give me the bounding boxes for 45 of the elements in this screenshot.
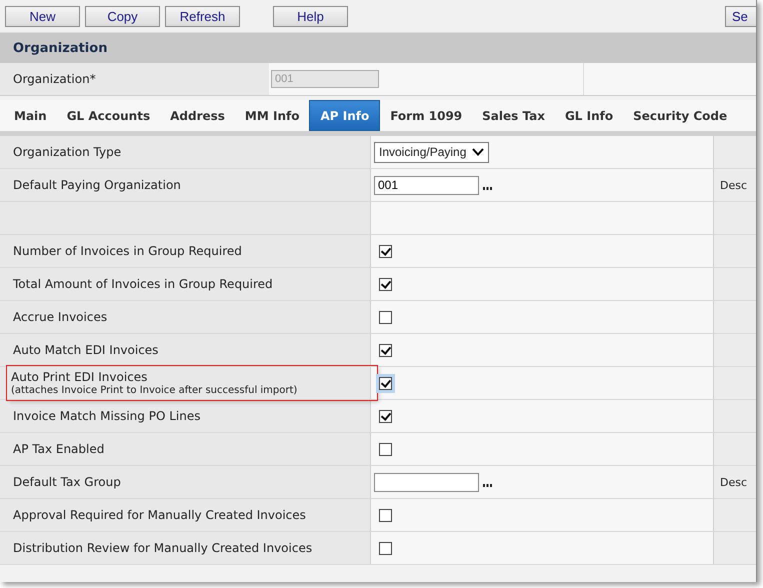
tab[interactable]: Security Code (623, 100, 738, 131)
tab[interactable]: GL Info (554, 100, 624, 131)
tab[interactable]: Form 1099 (380, 100, 472, 131)
tab[interactable]: MM Info (234, 100, 310, 131)
lookup-field[interactable]: 001 (374, 176, 479, 194)
checkbox[interactable] (379, 278, 392, 290)
field-label: Default Paying Organization (13, 178, 181, 192)
field-label: AP Tax Enabled (13, 442, 104, 456)
field-label: Organization Type (13, 145, 122, 159)
field-label: Auto Match EDI Invoices (13, 343, 158, 357)
toolbar-button[interactable]: Copy (85, 6, 160, 26)
field-label: Total Amount of Invoices in Group Required (13, 277, 273, 291)
checkbox[interactable] (379, 310, 392, 324)
tab[interactable]: GL Accounts (56, 100, 160, 131)
ellipsis-icon[interactable] (483, 484, 492, 486)
field-label: Desc (720, 476, 748, 488)
tab[interactable]: Sales Tax (472, 100, 555, 131)
toolbar-button[interactable]: New (5, 6, 80, 26)
organization-type-dropdown[interactable]: Invoicing/Paying (374, 142, 490, 162)
tab[interactable]: Address (160, 100, 235, 131)
checkbox[interactable] (379, 410, 392, 422)
field-label: Invoice Match Missing PO Lines (13, 409, 200, 423)
toolbar-button[interactable]: Se (725, 6, 756, 26)
tab[interactable]: AP Info (309, 100, 380, 131)
field-note: (attaches Invoice Print to Invoice after successful import) (11, 385, 298, 396)
checkbox[interactable] (379, 508, 392, 522)
checkbox[interactable] (379, 542, 392, 554)
field-label: Auto Print EDI Invoices (11, 370, 148, 384)
field-label: Organization* (13, 72, 96, 86)
field-label: Desc (720, 178, 748, 192)
chevron-down-icon (472, 148, 484, 156)
section-title: Organization (13, 40, 108, 56)
toolbar-button[interactable]: Refresh (165, 6, 240, 26)
checkbox[interactable] (379, 244, 392, 258)
field-label: Accrue Invoices (13, 310, 108, 324)
field-label: Number of Invoices in Group Required (13, 244, 242, 258)
field-label: Distribution Review for Manually Created Invoices (13, 541, 312, 555)
ellipsis-icon[interactable] (483, 186, 492, 190)
tab[interactable]: Main (4, 100, 57, 131)
field-label: Approval Required for Manually Created Invoices (13, 508, 306, 522)
checkbox[interactable] (379, 344, 392, 356)
lookup-field[interactable] (374, 472, 479, 492)
field-label: Default Tax Group (13, 475, 121, 489)
checkbox[interactable] (379, 442, 392, 456)
toolbar-button[interactable]: Help (273, 6, 348, 26)
